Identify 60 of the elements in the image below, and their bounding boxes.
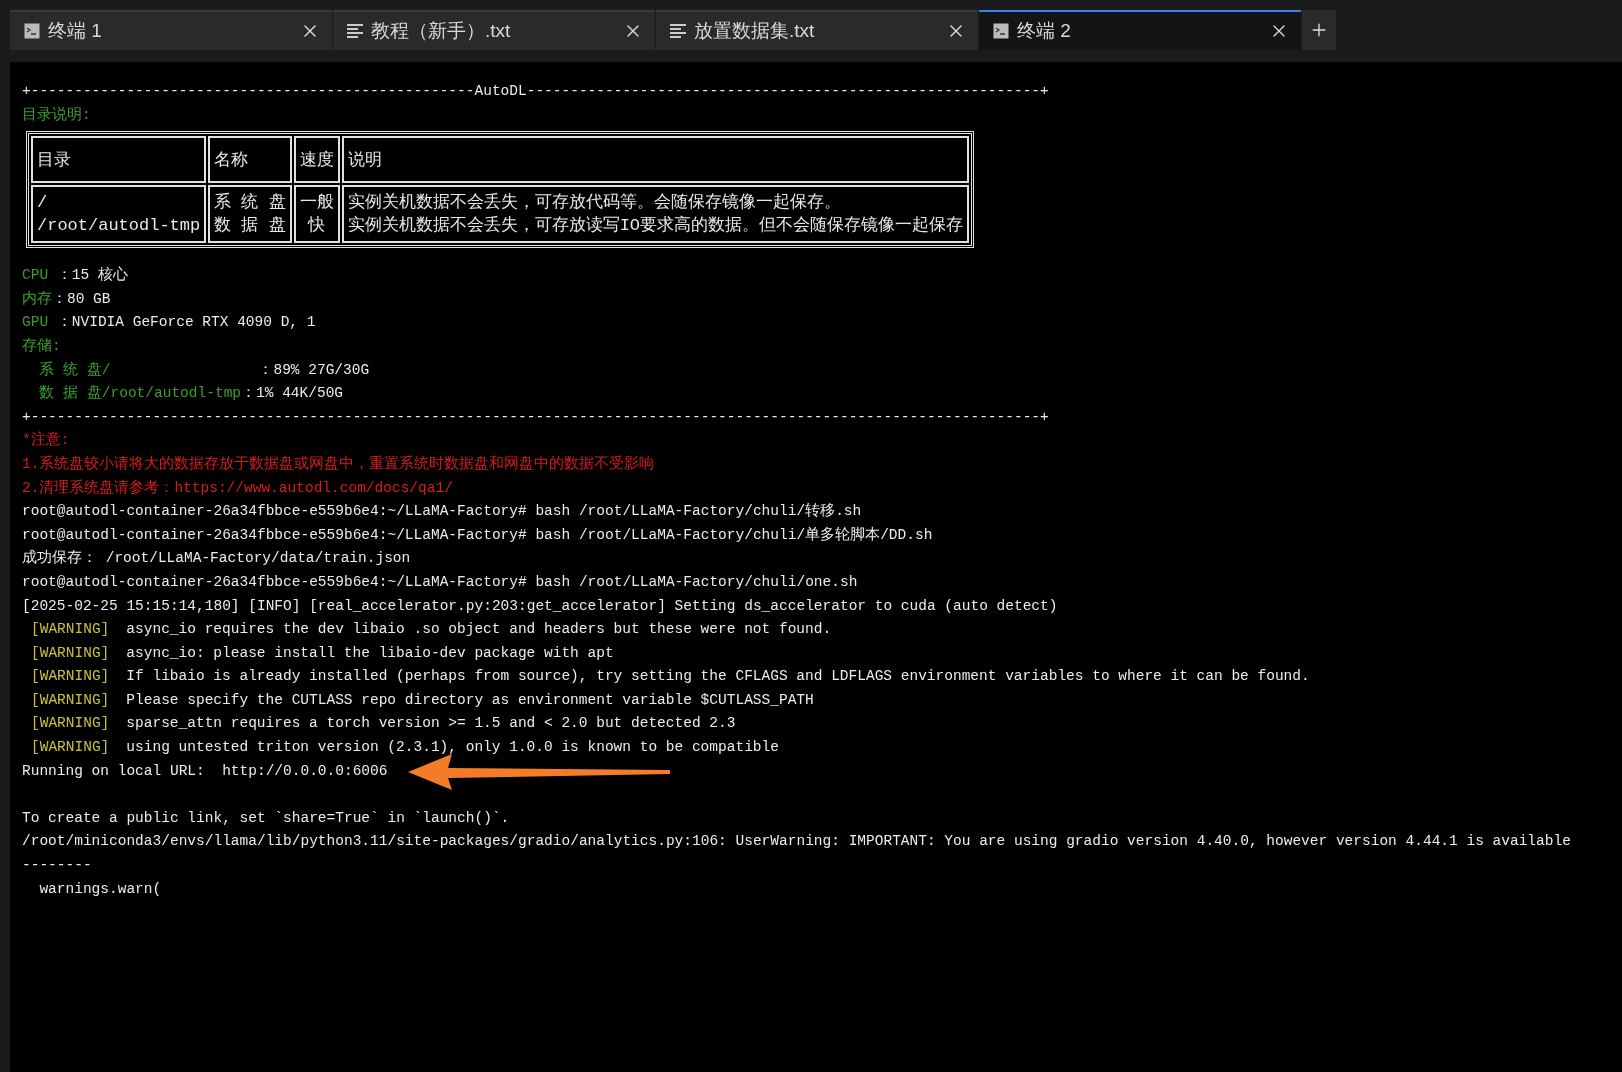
terminal-text: 成功保存： /root/LLaMA-Factory/data/train.json [22, 550, 411, 567]
terminal-text: 内存 [22, 290, 52, 307]
text-file-icon [670, 24, 686, 38]
tab-label: 教程（新手）.txt [371, 19, 512, 43]
terminal-text: 系 统 盘/ [38, 361, 111, 378]
terminal-text: ：NVIDIA GeForce RTX 4090 D, 1 [55, 314, 316, 331]
terminal-text: async_io requires the dev libaio .so object and headers but these were not found. [126, 620, 832, 640]
table-header: 目录 [31, 136, 207, 184]
tab[interactable]: 放置数据集.txt [656, 10, 978, 50]
terminal-text: async_io: please install the libaio-dev package with apt [126, 643, 614, 663]
terminal-text: root@autodl-container-26a34fbbce-e559b6e4:~/LLaMA-Factory# bash /root/LLaMA-Factory/chuli/转移.sh [22, 503, 862, 520]
terminal-text: 数 据 盘/root/autodl-tmp [38, 385, 242, 402]
terminal-text: root@autodl-container-26a34fbbce-e559b6e4:~/LLaMA-Factory# bash /root/LLaMA-Factory/chuli/one.sh [22, 573, 858, 590]
table-header: 名称 [208, 136, 292, 184]
tab[interactable]: 教程（新手）.txt [333, 10, 655, 50]
terminal-text: CPU [22, 267, 49, 284]
terminal-text: ：1% 44K/50G [241, 385, 344, 402]
terminal-text: 目录说明: [22, 106, 91, 123]
terminal-text: To create a public link, set `share=True` in `launch()`. [22, 809, 510, 826]
terminal-text: sparse_attn requires a torch version >= 1.5 and < 2.0 but detected 2.3 [126, 714, 736, 734]
warning-tag: [WARNING] [31, 665, 110, 689]
terminal-text: +---------------------------------------------------AutoDL-----------------------------------------------------------+ [22, 83, 1049, 99]
table-cell: 实例关机数据不会丢失，可存放代码等。会随保存镜像一起保存。 实例关机数据不会丢失，可存放读写IO要求高的数据。但不会随保存镜像一起保存 [341, 185, 970, 244]
table-cell: 一般 快 [293, 185, 340, 244]
terminal-text: 存储: [22, 337, 61, 354]
terminal-text: ：89% 27G/30G [257, 361, 370, 378]
tab-label: 终端 2 [1017, 19, 1072, 43]
warning-tag: [WARNING] [31, 688, 110, 713]
table-cell: 系 统 盘 数 据 盘 [208, 185, 292, 244]
new-tab-button[interactable] [1302, 10, 1336, 50]
text-file-icon [347, 24, 363, 38]
terminal-icon [24, 23, 40, 39]
terminal-text: using untested triton version (2.3.1), only 1.0.0 is known to be compatible [126, 738, 779, 758]
terminal-text: [2025-02-25 15:15:14,180] [INFO] [real_accelerator.py:203:get_accelerator] Setting ds_accelerator to cuda (auto detect) [22, 597, 1058, 614]
terminal-text: 2.清理系统盘请参考：https://www.autodl.com/docs/qa1/ [22, 479, 453, 496]
terminal-icon [993, 23, 1009, 39]
terminal-text: 1.系统盘较小请将大的数据存放于数据盘或网盘中，重置系统时数据盘和网盘中的数据不受影响 [22, 455, 655, 472]
terminal-text: /root/miniconda3/envs/llama/lib/python3.11/site-packages/gradio/analytics.py:106: UserWarning: IMPORTANT: You are using gradio version 4.40.0, however version 4.44.1 is available [22, 833, 1571, 850]
terminal-text: *注意: [22, 432, 70, 449]
terminal-text: +--------------------------------------------------------------------------------------------------------------------+ [22, 408, 1049, 425]
terminal-text: ：80 GB [52, 290, 111, 307]
tab-label: 放置数据集.txt [694, 19, 816, 43]
table-header: 速度 [293, 136, 340, 184]
terminal-text: ：15 核心 [55, 267, 128, 284]
tab-label: 终端 1 [48, 19, 103, 43]
terminal-text: root@autodl-container-26a34fbbce-e559b6e4:~/LLaMA-Factory# bash /root/LLaMA-Factory/chuli/单多轮脚本/DD.sh [22, 526, 933, 543]
warning-tag: [WARNING] [31, 736, 110, 760]
warning-tag: [WARNING] [31, 641, 110, 666]
warning-tag: [WARNING] [31, 712, 110, 737]
terminal-text: warnings.warn( [38, 880, 162, 897]
terminal-text: Running on local URL: http://0.0.0.0:6006 [22, 762, 388, 779]
terminal-text: GPU [22, 314, 49, 331]
table-header: 说明 [341, 136, 970, 184]
table-cell: / /root/autodl-tmp [31, 185, 207, 244]
terminal-text: -------- [22, 857, 92, 874]
warning-tag: [WARNING] [31, 618, 110, 642]
tab[interactable]: 终端 2 [979, 10, 1301, 50]
terminal-text: If libaio is already installed (perhaps from source), try setting the CFLAGS and LDFLAGS environment variables to where it can be found. [126, 667, 1310, 687]
terminal-text: Please specify the CUTLASS repo directory as environment variable $CUTLASS_PATH [126, 690, 814, 710]
tab[interactable]: 终端 1 [10, 10, 332, 50]
